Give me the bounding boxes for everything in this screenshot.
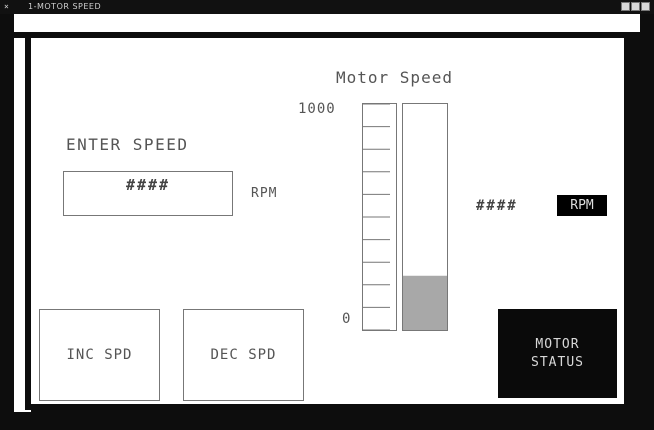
window-title: 1-MOTOR SPEED — [28, 2, 102, 11]
maximize-icon[interactable] — [631, 2, 640, 11]
inner-border-bottom — [25, 404, 630, 410]
enter-speed-label: ENTER SPEED — [66, 135, 189, 154]
window-controls — [621, 2, 650, 11]
inner-border-right — [624, 32, 630, 410]
gauge-title: Motor Speed — [336, 68, 453, 87]
dec-speed-button[interactable]: DEC SPD — [183, 309, 304, 401]
title-bar[interactable]: × 1-MOTOR SPEED — [0, 0, 654, 14]
dec-speed-label: DEC SPD — [210, 347, 277, 363]
speed-readout-value: #### — [476, 198, 518, 214]
system-menu-icon[interactable]: × — [4, 0, 9, 14]
bar-fill — [403, 275, 447, 330]
motor-status-line2: STATUS — [531, 354, 584, 370]
speed-bar-gauge — [402, 103, 448, 331]
scale-max-label: 1000 — [298, 101, 336, 117]
motor-status-line1: MOTOR — [535, 336, 580, 352]
speed-input[interactable]: #### — [63, 171, 233, 216]
inc-speed-button[interactable]: INC SPD — [39, 309, 160, 401]
readout-unit-badge: RPM — [557, 195, 607, 216]
inc-speed-label: INC SPD — [66, 347, 133, 363]
scale-min-label: 0 — [342, 311, 352, 327]
close-icon[interactable] — [641, 2, 650, 11]
motor-status-indicator[interactable]: MOTOR STATUS — [498, 309, 617, 398]
entry-unit-label: RPM — [251, 186, 278, 201]
minimize-icon[interactable] — [621, 2, 630, 11]
gauge-scale — [362, 103, 397, 331]
